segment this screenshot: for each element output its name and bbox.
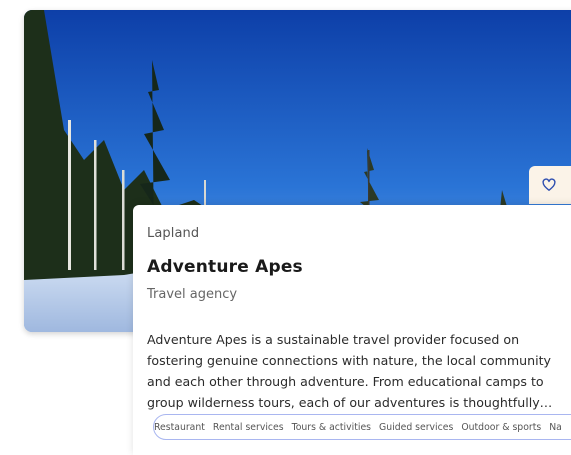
listing-card[interactable]: Lapland Adventure Apes Travel agency Adv… [133,205,571,455]
listing-region: Lapland [147,226,200,241]
tag-rental-services[interactable]: Rental services [213,422,284,433]
tag-truncated[interactable]: Na [549,422,562,433]
tag-restaurant[interactable]: Restaurant [154,422,205,433]
tag-list[interactable]: Restaurant Rental services Tours & activ… [153,414,571,440]
heart-outline-icon [542,178,556,191]
tag-guided-services[interactable]: Guided services [379,422,453,433]
favorite-button[interactable] [529,166,571,204]
tag-outdoor-sports[interactable]: Outdoor & sports [461,422,541,433]
listing-category: Travel agency [147,287,238,302]
listing-description: Adventure Apes is a sustainable travel p… [147,332,553,410]
tag-tours-activities[interactable]: Tours & activities [292,422,371,433]
listing-name[interactable]: Adventure Apes [147,257,303,277]
